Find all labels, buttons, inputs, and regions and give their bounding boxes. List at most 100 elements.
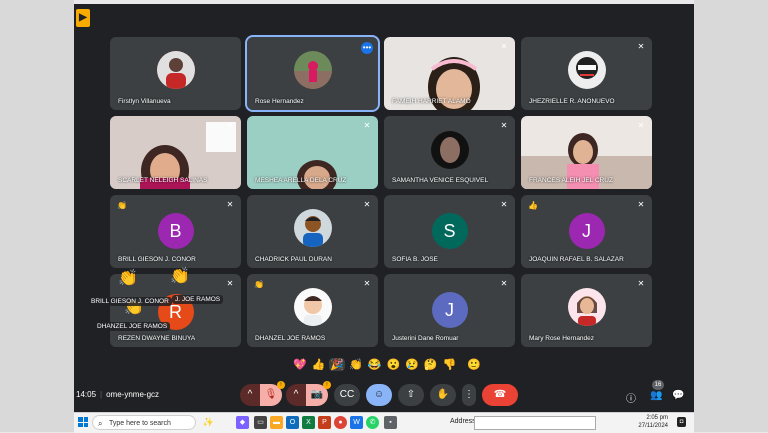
participant-tile[interactable]: ✕ MESHEA ARELLA DELA CRUZ — [247, 116, 378, 189]
meeting-details-icon[interactable]: ⓘ — [626, 390, 636, 405]
reaction-surprised[interactable]: 😮 — [386, 358, 402, 371]
participant-tile[interactable]: 👍 J ✕ JOAQUIN RAFAEL B. SALAZAR — [521, 195, 652, 268]
participant-name: MESHEA ARELLA DELA CRUZ — [255, 177, 347, 184]
warning-badge: ! — [277, 381, 285, 389]
mic-off-icon: ✕ — [637, 200, 645, 209]
outlook-icon[interactable]: O — [286, 416, 299, 429]
participant-name: JOAQUIN RAFAEL B. SALAZAR — [529, 256, 624, 263]
video-options-button[interactable]: ^ — [286, 384, 306, 406]
windows-start-icon[interactable] — [78, 417, 88, 427]
participant-tile[interactable]: ✕ FAMEIH HARRIET ALAMO — [384, 37, 515, 110]
widgets-icon[interactable]: ✨ — [202, 416, 215, 429]
participant-tile[interactable]: 👏 ✕ DHANZEL JOE RAMOS — [247, 274, 378, 347]
meet-window: ▶ Firstlyn Villanueva ••• Rose Hernandez… — [74, 4, 694, 412]
participant-name: Mary Rose Hernandez — [529, 335, 595, 342]
present-screen-button[interactable]: ⇧ — [398, 384, 424, 406]
taskbar-clock[interactable]: 2:05 pm 27/11/2024 — [638, 414, 668, 430]
clock-date: 27/11/2024 — [638, 423, 668, 429]
reaction-sad[interactable]: 😢 — [404, 358, 420, 371]
chrome-icon[interactable]: ● — [334, 416, 347, 429]
participant-tile[interactable]: S ✕ SOFIA B. JOSE — [384, 195, 515, 268]
participant-name: FRANCES ALEIH JEL CRUZ — [529, 177, 613, 184]
participant-name: Rose Hernandez — [255, 98, 304, 105]
mic-off-icon: ✕ — [363, 200, 371, 209]
mic-off-icon: ✕ — [637, 279, 645, 288]
participant-name: DHANZEL JOE RAMOS — [255, 335, 326, 342]
mic-off-icon: ✕ — [637, 42, 645, 51]
reaction-heart[interactable]: 💖 — [292, 358, 308, 371]
participant-tile[interactable]: ✕ CHADRICK PAUL DURAN — [247, 195, 378, 268]
avatar: S — [431, 213, 468, 249]
reaction-bar: 💖 👍 🎉 👏 😂 😮 😢 🤔 👎 🙂 — [292, 356, 482, 372]
meeting-code[interactable]: ome-ynme-gcz — [106, 390, 159, 399]
mic-off-icon: ✕ — [226, 279, 234, 288]
reaction-party[interactable]: 🎉 — [329, 357, 346, 371]
raise-hand-button[interactable]: ✋ — [430, 384, 456, 406]
mic-off-icon: ✕ — [500, 42, 508, 51]
captions-button[interactable]: CC — [334, 384, 360, 406]
participant-name: Firstlyn Villanueva — [118, 98, 171, 105]
chat-icon[interactable]: 💬 — [672, 390, 684, 401]
camera-toggle-button[interactable]: 📷! — [306, 381, 331, 406]
address-input[interactable] — [474, 416, 596, 430]
mic-off-icon: ✕ — [500, 121, 508, 130]
clapping-hands-icon: 👏 — [254, 280, 264, 289]
mic-off-icon: ✕ — [637, 121, 645, 130]
people-icon[interactable]: 👥 — [650, 390, 662, 401]
participant-photo — [293, 209, 332, 247]
participant-photo — [293, 288, 332, 326]
reaction-clap[interactable]: 👏 — [348, 358, 364, 371]
participant-name: SCARLET NELEIGH SALINAS — [118, 177, 208, 184]
participant-tile[interactable]: ✕ SAMANTHA VENICE ESQUIVEL — [384, 116, 515, 189]
raised-hand-icon: 👏 — [117, 201, 127, 210]
address-label: Address — [450, 418, 476, 425]
file-explorer-icon[interactable]: ▬ — [270, 416, 283, 429]
left-margin — [0, 0, 74, 432]
task-view-icon[interactable]: ▭ — [254, 416, 267, 429]
reaction-thinking[interactable]: 🤔 — [423, 358, 439, 371]
reaction-thumbs-down[interactable]: 👎 — [442, 358, 458, 371]
participant-photo — [567, 288, 606, 326]
powerpoint-icon[interactable]: P — [318, 416, 331, 429]
windows-taskbar: ⌕ Type here to search ✨ ◆ ▭ ▬ O X P ● W … — [74, 412, 694, 433]
mic-off-icon: ✕ — [500, 279, 508, 288]
mic-off-icon: ✕ — [500, 200, 508, 209]
leave-call-button[interactable]: ☎ — [482, 384, 518, 406]
excel-icon[interactable]: X — [302, 416, 315, 429]
participant-tile[interactable]: Firstlyn Villanueva — [110, 37, 241, 110]
participant-tile[interactable]: ••• Rose Hernandez — [245, 35, 380, 112]
taskbar-search-input[interactable]: ⌕ Type here to search — [92, 415, 196, 430]
participant-tile[interactable]: ✕ Mary Rose Hernandez — [521, 274, 652, 347]
clap-reaction-icon: 👏 — [118, 270, 138, 287]
participant-tile[interactable]: J ✕ Justerini Dane Romuar — [384, 274, 515, 347]
more-options-button[interactable]: ⋮ — [462, 384, 476, 406]
notification-icon[interactable]: ◘ — [677, 417, 686, 427]
clap-reaction-icon: 👏 — [170, 268, 190, 285]
participant-tile[interactable]: ✕ SCARLET NELEIGH SALINAS — [110, 116, 241, 189]
meeting-info: 14:05 | ome-ynme-gcz — [76, 390, 160, 399]
copilot-icon[interactable]: ◆ — [236, 416, 249, 429]
participant-name: JHEZRIELLE R. ANONUEVO — [529, 98, 615, 105]
app-icon[interactable]: ▪ — [384, 416, 397, 429]
meeting-toolbar: 14:05 | ome-ynme-gcz ^ 🎙! ^ 📷! CC ☺ ⇧ ✋ ⋮ … — [74, 378, 694, 412]
whatsapp-icon[interactable]: ✆ — [366, 416, 379, 429]
word-icon[interactable]: W — [350, 416, 363, 429]
more-options-icon[interactable]: ••• — [361, 42, 373, 54]
reaction-thumbs-up[interactable]: 👍 — [311, 358, 327, 371]
emoji-reactions-button[interactable]: ☺ — [366, 384, 392, 406]
reaction-laugh[interactable]: 😂 — [367, 358, 383, 371]
reaction-sender-label: J. JOE RAMOS — [172, 295, 224, 304]
participant-tile[interactable]: 👏 B ✕ BRILL GIESON J. CONOR — [110, 195, 241, 268]
mic-off-icon: ✕ — [363, 279, 371, 288]
participant-tile[interactable]: ✕ FRANCES ALEIH JEL CRUZ — [521, 116, 652, 189]
participant-name: BRILL GIESON J. CONOR — [118, 256, 196, 263]
participant-tile[interactable]: ✕ JHEZRIELLE R. ANONUEVO — [521, 37, 652, 110]
audio-options-button[interactable]: ^ — [240, 384, 260, 406]
reaction-skin-tone[interactable]: 🙂 — [466, 358, 482, 371]
microphone-toggle-button[interactable]: 🎙! — [260, 381, 285, 406]
mic-off-icon: ✕ — [226, 200, 234, 209]
search-icon: ⌕ — [98, 419, 103, 428]
mic-off-icon: ✕ — [363, 121, 371, 130]
meet-logo-icon: ▶ — [76, 9, 90, 27]
participant-name: REZEN DWAYNE BINUYA — [118, 335, 196, 342]
